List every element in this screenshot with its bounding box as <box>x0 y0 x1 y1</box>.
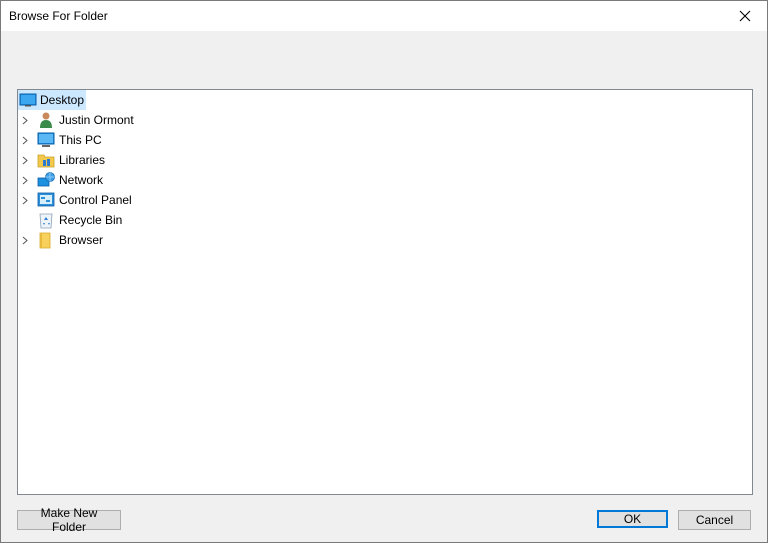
tree-item-label: Desktop <box>40 93 85 107</box>
tree-item-this-pc[interactable]: This PC <box>18 130 138 150</box>
tree-item-justin-ormont[interactable]: Justin Ormont <box>18 110 158 130</box>
folder-icon <box>39 232 51 249</box>
control-panel-icon <box>37 192 55 207</box>
desktop-icon <box>19 93 37 107</box>
recycle-bin-icon <box>39 213 53 229</box>
tree-item-label: Control Panel <box>59 193 132 207</box>
tree-item-label: Recycle Bin <box>59 213 123 227</box>
browse-for-folder-dialog: Browse For Folder Desktop Justin Ormont … <box>0 0 768 543</box>
tree-item-control-panel[interactable]: Control Panel <box>18 190 158 210</box>
tree-item-label: Libraries <box>59 153 106 167</box>
expand-button[interactable] <box>20 130 30 150</box>
tree-item-label: Browser <box>59 233 104 247</box>
expand-button[interactable] <box>20 150 30 170</box>
chevron-right-icon <box>22 176 28 184</box>
expand-button[interactable] <box>20 110 30 130</box>
chevron-right-icon <box>22 136 28 144</box>
folder-tree[interactable]: Desktop Justin Ormont This PC Libraries … <box>17 89 753 495</box>
cancel-button[interactable]: Cancel <box>678 510 751 530</box>
make-new-folder-button[interactable]: Make New Folder <box>17 506 121 534</box>
ok-button[interactable]: OK <box>597 510 668 528</box>
chevron-right-icon <box>22 116 28 124</box>
expand-button[interactable] <box>20 170 30 190</box>
tree-item-libraries[interactable]: Libraries <box>18 150 138 170</box>
expand-button[interactable] <box>20 230 30 250</box>
network-icon <box>37 172 55 187</box>
chevron-right-icon <box>22 156 28 164</box>
tree-item-label: This PC <box>59 133 102 147</box>
tree-item-network[interactable]: Network <box>18 170 138 190</box>
window-title: Browse For Folder <box>9 9 108 23</box>
tree-item-browser[interactable]: Browser <box>18 230 138 250</box>
computer-icon <box>37 132 55 147</box>
user-icon <box>40 112 52 128</box>
title-bar: Browse For Folder <box>1 1 767 31</box>
expand-button[interactable] <box>20 190 30 210</box>
tree-item-label: Justin Ormont <box>59 113 134 127</box>
tree-item-label: Network <box>59 173 104 187</box>
chevron-right-icon <box>22 236 28 244</box>
tree-item-recycle-bin[interactable]: Recycle Bin <box>18 210 158 230</box>
close-button[interactable] <box>723 1 767 31</box>
close-icon <box>739 10 751 22</box>
libraries-icon <box>37 154 55 168</box>
tree-item-desktop[interactable]: Desktop <box>18 90 88 110</box>
chevron-right-icon <box>22 196 28 204</box>
